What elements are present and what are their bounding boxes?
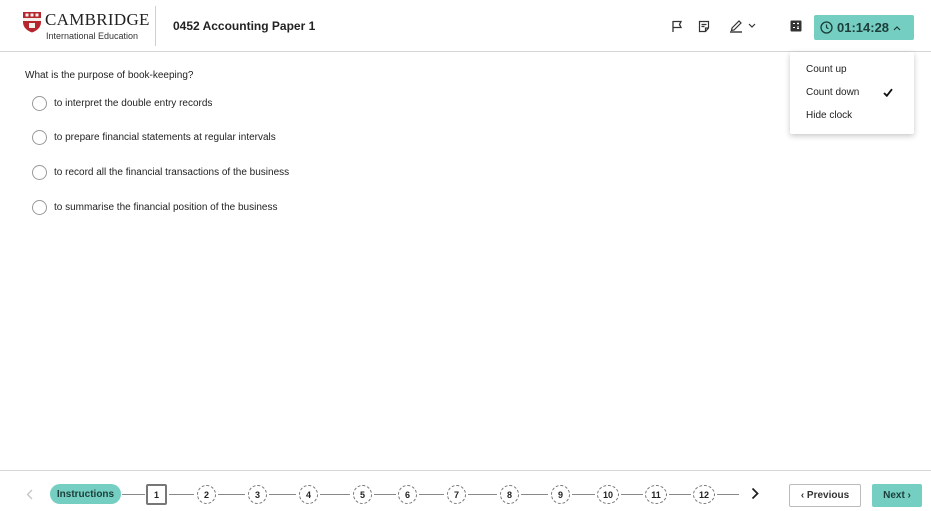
- cambridge-logo: CAMBRIDGE International Education: [22, 10, 152, 46]
- question-nav-6[interactable]: 6: [398, 485, 417, 504]
- radio-button[interactable]: [32, 95, 47, 111]
- question-nav-3[interactable]: 3: [248, 485, 267, 504]
- chevron-down-icon: [748, 23, 755, 28]
- question-nav-1[interactable]: 1: [146, 484, 167, 505]
- note-icon: [698, 20, 710, 32]
- question-nav-2[interactable]: 2: [197, 485, 216, 504]
- instructions-button[interactable]: Instructions: [50, 484, 121, 504]
- answer-option[interactable]: to record all the financial transactions…: [32, 164, 289, 180]
- brand-name: CAMBRIDGE: [45, 10, 150, 29]
- answer-option[interactable]: to interpret the double entry records: [32, 95, 212, 111]
- connector-line: [521, 494, 548, 495]
- timer-value: 01:14:28: [837, 20, 890, 35]
- highlighter-button[interactable]: [726, 16, 758, 36]
- check-icon: [883, 88, 893, 97]
- question-nav-4[interactable]: 4: [299, 485, 318, 504]
- divider: [155, 6, 156, 46]
- chevron-right-icon[interactable]: [751, 487, 759, 500]
- option-label: to interpret the double entry records: [54, 97, 213, 109]
- menu-item-hide-clock[interactable]: Hide clock: [806, 110, 852, 121]
- question-nav-7[interactable]: 7: [447, 485, 466, 504]
- question-text: What is the purpose of book-keeping?: [25, 70, 194, 81]
- connector-line: [374, 494, 396, 495]
- notes-button[interactable]: [694, 16, 714, 36]
- clock-icon: [820, 21, 833, 34]
- chevron-left-icon[interactable]: [26, 489, 33, 500]
- pen-icon: [729, 20, 742, 33]
- question-nav-8[interactable]: 8: [500, 485, 519, 504]
- question-nav-12[interactable]: 12: [693, 485, 715, 504]
- connector-line: [468, 494, 497, 495]
- connector-line: [269, 494, 296, 495]
- top-bar: CAMBRIDGE International Education 0452 A…: [0, 0, 931, 52]
- question-nav-10[interactable]: 10: [597, 485, 619, 504]
- flag-button[interactable]: [667, 16, 687, 36]
- question-navigation-bar: Instructions 1 2 3 4 5 6 7 8 9 10 11 12 …: [0, 470, 931, 511]
- timer-menu: Count up Count down Hide clock: [790, 52, 914, 134]
- connector-line: [122, 494, 145, 495]
- chevron-up-icon: [893, 25, 901, 30]
- radio-button[interactable]: [32, 164, 47, 180]
- calculator-icon: [790, 20, 802, 32]
- option-label: to record all the financial transactions…: [54, 166, 290, 178]
- cambridge-shield-icon: [23, 12, 41, 33]
- flag-icon: [672, 20, 683, 32]
- option-label: to summarise the financial position of t…: [54, 201, 278, 213]
- brand-subtitle: International Education: [46, 31, 139, 41]
- menu-item-count-down[interactable]: Count down: [806, 87, 859, 98]
- radio-button[interactable]: [32, 129, 47, 145]
- question-nav-11[interactable]: 11: [645, 485, 667, 504]
- radio-button[interactable]: [32, 199, 47, 215]
- previous-button[interactable]: ‹ Previous: [789, 484, 861, 507]
- page-title: 0452 Accounting Paper 1: [173, 19, 316, 33]
- connector-line: [717, 494, 739, 495]
- connector-line: [320, 494, 350, 495]
- option-label: to prepare financial statements at regul…: [54, 131, 276, 143]
- calculator-button[interactable]: [786, 16, 806, 36]
- question-nav-5[interactable]: 5: [353, 485, 372, 504]
- connector-line: [169, 494, 194, 495]
- connector-line: [621, 494, 643, 495]
- next-button[interactable]: Next ›: [872, 484, 922, 507]
- connector-line: [419, 494, 444, 495]
- connector-line: [218, 494, 245, 495]
- question-nav-9[interactable]: 9: [551, 485, 570, 504]
- answer-option[interactable]: to summarise the financial position of t…: [32, 199, 277, 215]
- answer-option[interactable]: to prepare financial statements at regul…: [32, 129, 276, 145]
- menu-item-count-up[interactable]: Count up: [806, 64, 847, 75]
- connector-line: [572, 494, 595, 495]
- timer-toggle-button[interactable]: 01:14:28: [814, 15, 914, 40]
- connector-line: [669, 494, 691, 495]
